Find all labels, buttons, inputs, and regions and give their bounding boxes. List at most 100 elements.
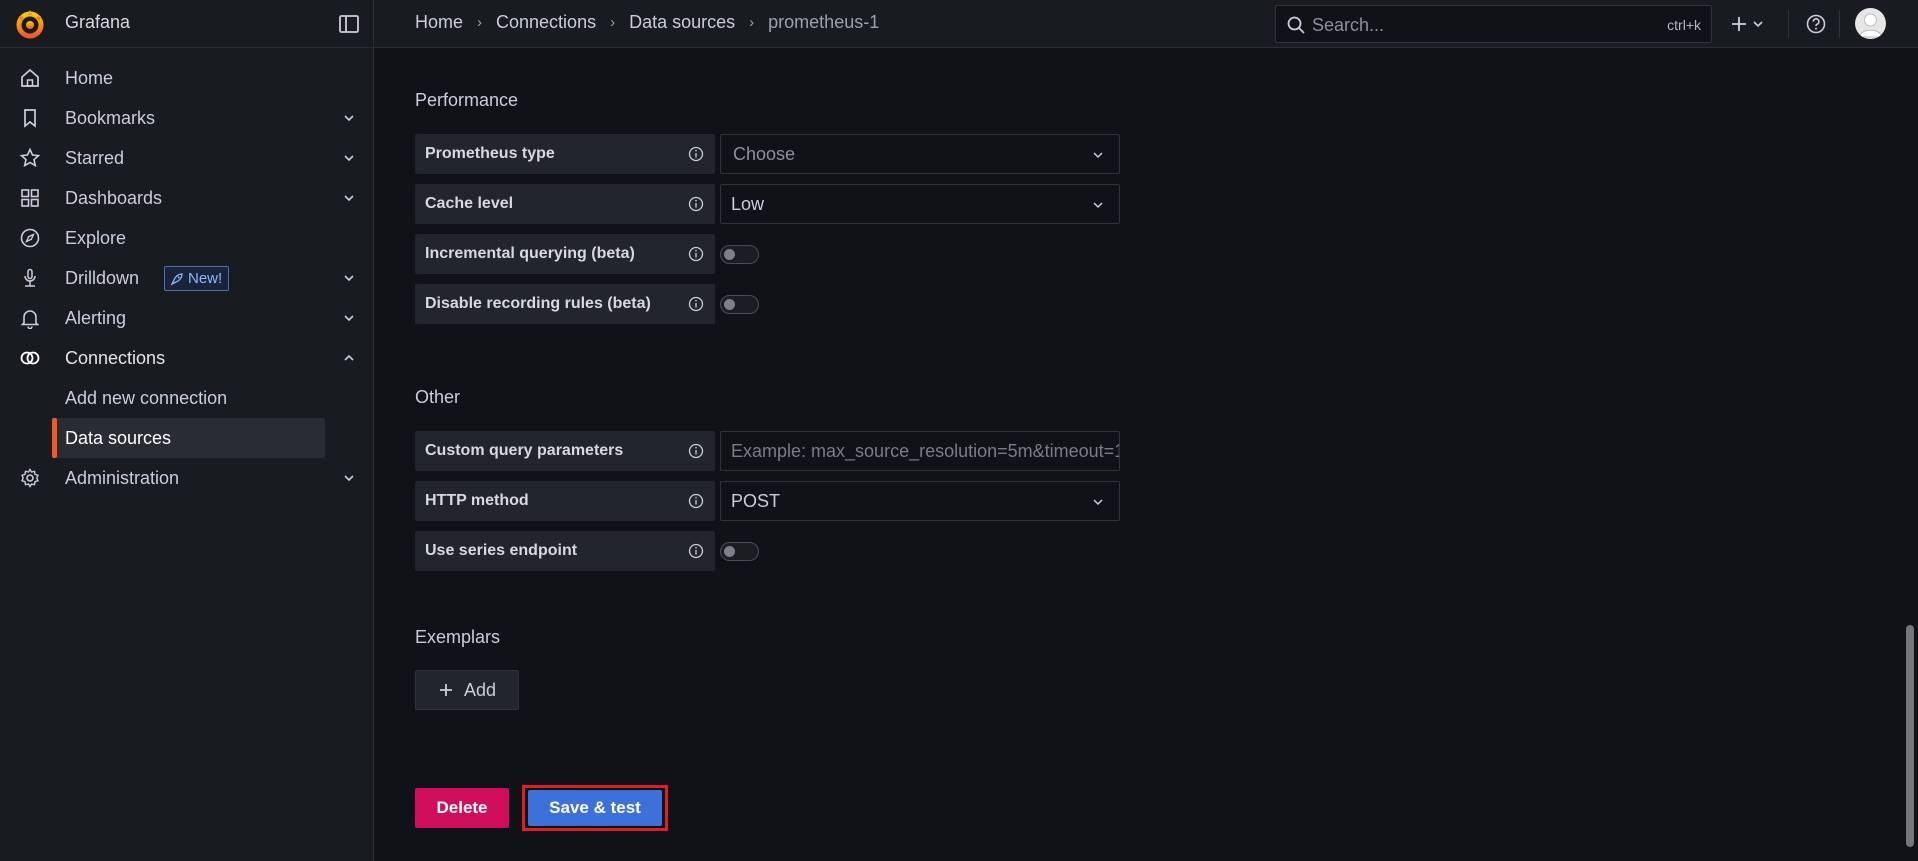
sidebar-item-home[interactable]: Home xyxy=(0,59,374,97)
chevron-down-icon[interactable] xyxy=(341,270,357,286)
breadcrumb-connections[interactable]: Connections xyxy=(496,12,596,33)
home-icon xyxy=(21,68,39,87)
http-method-select[interactable]: POST xyxy=(720,481,1120,521)
sidebar-item-label: Add new connection xyxy=(65,387,228,408)
info-icon[interactable] xyxy=(687,245,705,263)
sidebar-item-bookmarks[interactable]: Bookmarks xyxy=(0,99,374,137)
avatar[interactable] xyxy=(1855,8,1886,39)
plus-icon xyxy=(439,684,452,696)
info-icon[interactable] xyxy=(687,442,705,460)
new-button[interactable] xyxy=(1728,10,1768,38)
chevron-down-icon[interactable] xyxy=(341,190,357,206)
main-content: Performance Prometheus type Choose Cache… xyxy=(375,48,1903,861)
sidebar-item-label: Explore xyxy=(65,227,127,248)
disable-recording-rules-toggle[interactable] xyxy=(720,295,759,314)
search-input[interactable]: Search... ctrl+k xyxy=(1275,5,1712,43)
incremental-querying-toggle[interactable] xyxy=(720,245,759,264)
field-label-text: HTTP method xyxy=(425,492,529,509)
breadcrumb-separator-icon: › xyxy=(749,14,755,31)
search-shortcut: ctrl+k xyxy=(1667,17,1701,33)
select-placeholder: Choose xyxy=(733,144,796,164)
field-label-text: Cache level xyxy=(425,195,514,212)
sidebar-item-label: Drilldown xyxy=(65,267,140,288)
cache-level-select[interactable]: Low xyxy=(720,184,1120,224)
prometheus-type-select[interactable]: Choose xyxy=(720,134,1120,174)
sidebar-item-alerting[interactable]: Alerting xyxy=(0,299,374,337)
sidebar-item-label: Bookmarks xyxy=(65,107,156,128)
sidebar-item-connections[interactable]: Connections xyxy=(0,339,374,377)
breadcrumb-separator-icon: › xyxy=(477,14,483,31)
rocket-icon xyxy=(170,272,183,285)
chevron-down-icon[interactable] xyxy=(341,110,357,126)
breadcrumb: Home › Connections › Data sources › prom… xyxy=(415,12,879,33)
chevron-down-icon xyxy=(1093,499,1103,506)
chevron-up-icon[interactable] xyxy=(341,350,357,366)
field-label-text: Prometheus type xyxy=(425,145,555,162)
grafana-logo-icon[interactable] xyxy=(14,8,46,40)
select-value: POST xyxy=(731,491,781,511)
sidebar-item-label: Home xyxy=(65,67,114,88)
help-icon xyxy=(1806,14,1826,34)
breadcrumb-current: prometheus-1 xyxy=(768,12,880,32)
chevron-down-icon[interactable] xyxy=(341,470,357,486)
toggle-knob xyxy=(724,249,735,260)
bookmark-icon xyxy=(24,109,36,128)
chevron-down-icon[interactable] xyxy=(341,310,357,326)
field-label-text: Disable recording rules (beta) xyxy=(425,295,651,312)
sidebar: Home Bookmarks Starred Dashboards Explor… xyxy=(0,48,374,861)
sidebar-item-dashboards[interactable]: Dashboards xyxy=(0,179,374,217)
help-button[interactable] xyxy=(1804,10,1828,38)
drilldown-icon xyxy=(24,268,36,287)
sidebar-item-starred[interactable]: Starred xyxy=(0,139,374,177)
sidebar-item-explore[interactable]: Explore xyxy=(0,219,374,257)
field-label-text: Custom query parameters xyxy=(425,442,624,459)
select-value: Low xyxy=(731,194,765,214)
dock-menu-icon[interactable] xyxy=(337,12,361,36)
breadcrumb-home[interactable]: Home xyxy=(415,12,463,33)
connections-icon xyxy=(20,351,40,365)
scrollbar-thumb[interactable] xyxy=(1906,625,1914,847)
info-icon[interactable] xyxy=(687,492,705,510)
info-icon[interactable] xyxy=(687,295,705,313)
new-badge: New! xyxy=(164,266,230,291)
sidebar-item-label: Alerting xyxy=(65,307,127,328)
compass-icon xyxy=(20,228,40,248)
search-placeholder: Search... xyxy=(1312,15,1385,35)
field-label: HTTP method xyxy=(415,481,715,521)
apps-icon xyxy=(21,189,39,207)
custom-query-parameters-input[interactable] xyxy=(720,431,1120,471)
field-label: Incremental querying (beta) xyxy=(415,234,715,274)
plus-icon xyxy=(1732,17,1763,31)
toggle-knob xyxy=(724,546,735,557)
section-title-performance: Performance xyxy=(415,90,519,110)
delete-button[interactable]: Delete xyxy=(415,788,509,828)
use-series-endpoint-toggle[interactable] xyxy=(720,542,759,561)
add-button-label: Add xyxy=(463,679,497,700)
search-icon xyxy=(1287,16,1305,34)
save-and-test-button[interactable]: Save & test xyxy=(528,790,662,826)
info-icon[interactable] xyxy=(687,145,705,163)
field-label: Custom query parameters xyxy=(415,431,715,471)
sidebar-item-add-new-connection[interactable]: Add new connection xyxy=(0,379,374,417)
chevron-down-icon[interactable] xyxy=(341,150,357,166)
field-label: Cache level xyxy=(415,184,715,224)
info-icon[interactable] xyxy=(687,195,705,213)
divider xyxy=(1839,10,1840,38)
sidebar-item-label: Administration xyxy=(65,467,180,488)
sidebar-item-data-sources[interactable]: Data sources xyxy=(0,419,374,457)
sidebar-item-label: Dashboards xyxy=(65,187,163,208)
brand-area: Grafana xyxy=(0,0,374,48)
sidebar-item-label: Data sources xyxy=(65,427,172,448)
sidebar-item-label: Starred xyxy=(65,147,125,168)
sidebar-item-administration[interactable]: Administration xyxy=(0,459,374,497)
bell-icon xyxy=(20,310,40,329)
section-title-exemplars: Exemplars xyxy=(415,627,501,647)
gear-icon xyxy=(21,468,39,488)
breadcrumb-data-sources[interactable]: Data sources xyxy=(629,12,735,33)
info-icon[interactable] xyxy=(687,542,705,560)
breadcrumb-separator-icon: › xyxy=(610,14,616,31)
app-name: Grafana xyxy=(65,12,131,32)
field-label-text: Incremental querying (beta) xyxy=(425,245,635,262)
top-bar: Grafana Home › Connections › Data source… xyxy=(0,0,1918,48)
add-exemplar-button[interactable]: Add xyxy=(415,670,519,710)
